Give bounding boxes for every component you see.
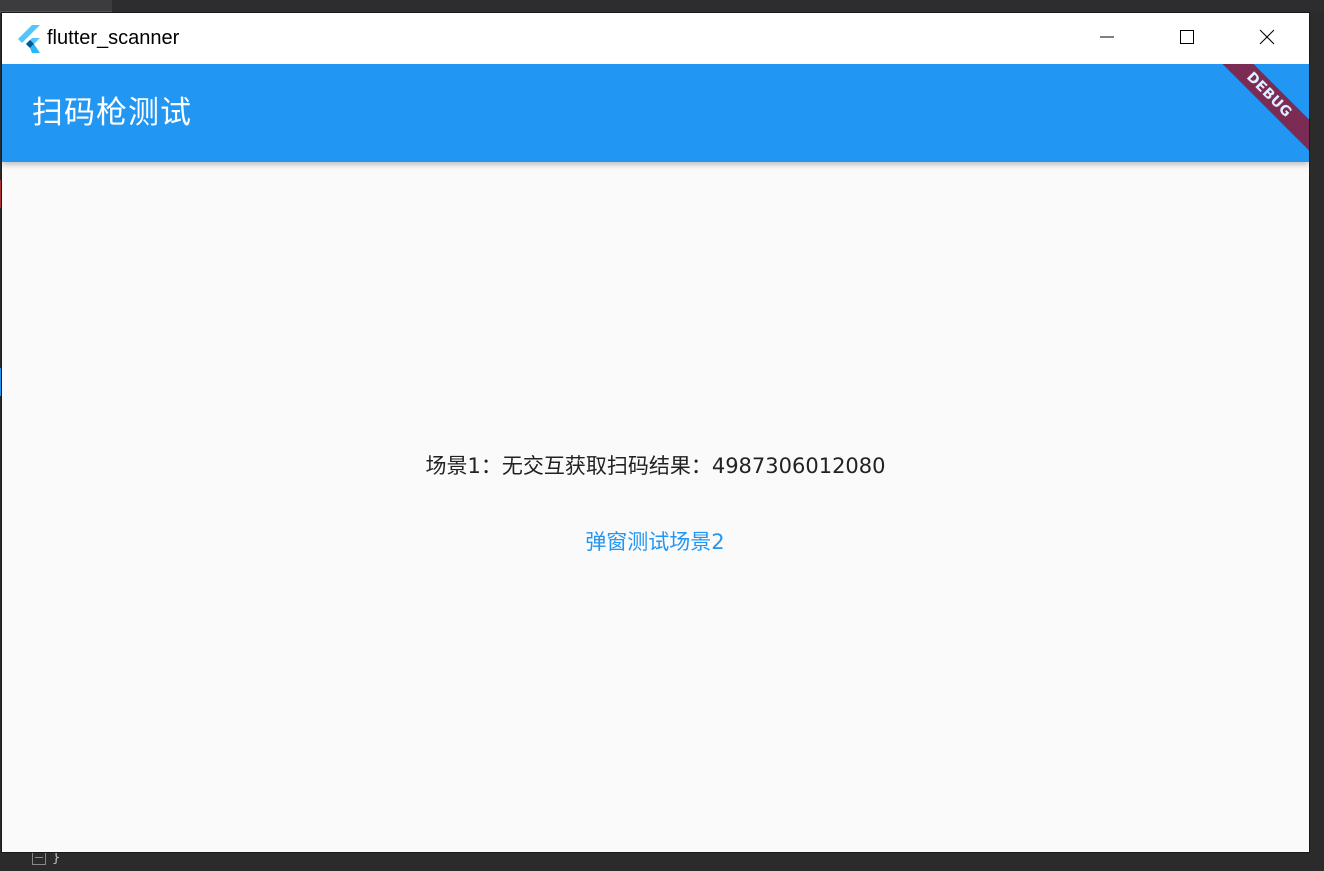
minimize-icon (1099, 29, 1115, 49)
app-bar: 扫码枪测试 (2, 64, 1309, 162)
window-titlebar[interactable]: flutter_scanner (2, 13, 1309, 64)
minimize-button[interactable] (1067, 13, 1147, 64)
maximize-button[interactable] (1147, 13, 1227, 64)
background-code-text: } (52, 850, 61, 866)
app-window: flutter_scanner 扫码枪测试 DEBUG 场景1：无交互获取扫码结… (2, 13, 1309, 852)
background-ide-active-tab (0, 0, 112, 13)
page-title: 扫码枪测试 (32, 95, 192, 131)
background-ide-tabs (0, 0, 1324, 13)
scan-result-text: 场景1：无交互获取扫码结果：4987306012080 (425, 454, 886, 478)
close-icon (1259, 29, 1275, 49)
dialog-test-scene2-button[interactable]: 弹窗测试场景2 (555, 520, 755, 564)
close-button[interactable] (1227, 13, 1307, 64)
fold-icon (32, 851, 46, 865)
flutter-logo-icon (16, 25, 42, 53)
window-title: flutter_scanner (47, 27, 180, 49)
background-ide-code: } (32, 850, 60, 866)
main-content: 场景1：无交互获取扫码结果：4987306012080 弹窗测试场景2 (2, 162, 1309, 852)
maximize-icon (1179, 29, 1195, 49)
